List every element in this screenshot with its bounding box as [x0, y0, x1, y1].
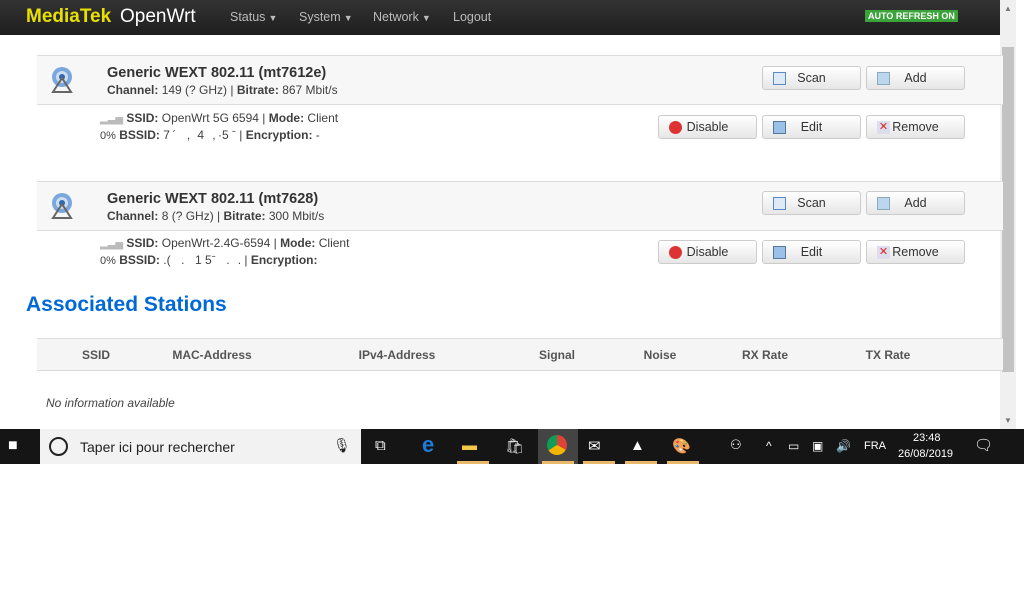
network-row-2-detail: 0% BSSID: .( . 1 5ˉ . . | Encryption: — [100, 253, 318, 267]
top-navbar: MediaTek OpenWrt Status ▼ System ▼ Network… — [0, 0, 1000, 35]
wireless-tower-icon — [51, 193, 73, 219]
signal-percent: 0% — [100, 255, 116, 267]
wifi-device-2: Generic WEXT 802.11 (mt7628) Channel: 8 … — [37, 181, 1003, 231]
file-explorer-icon[interactable]: ▬ — [462, 437, 477, 454]
paint-icon[interactable]: 🎨 — [672, 437, 691, 455]
scan-icon — [773, 72, 786, 85]
col-ipv4: IPv4-Address — [358, 348, 436, 362]
scan-button[interactable]: Scan — [762, 66, 861, 90]
menu-label: Status — [230, 10, 266, 24]
device-info: Channel: 8 (? GHz) | Bitrate: 300 Mbit/s — [107, 209, 325, 223]
col-noise: Noise — [643, 348, 677, 362]
chrome-icon[interactable] — [547, 435, 567, 455]
menu-network[interactable]: Network ▼ — [373, 10, 431, 24]
network-row-1-detail: 0% BSSID: 7 ´ , 4 , ·5 ˉ | Encryption: - — [100, 128, 320, 142]
add-icon — [877, 197, 890, 210]
signal-percent: 0% — [100, 130, 116, 142]
bssid: 7 ´ , 4 , ·5 ˉ — [163, 128, 236, 142]
remove-button[interactable]: ✕ Remove — [866, 115, 965, 139]
add-button[interactable]: Add — [866, 191, 965, 215]
task-view-icon[interactable]: ⧉ — [375, 437, 386, 454]
caret-down-icon: ▼ — [343, 13, 353, 23]
store-icon[interactable]: 🛍 — [505, 437, 524, 455]
wireless-tower-icon — [51, 67, 73, 93]
menu-system[interactable]: System ▼ — [299, 10, 353, 24]
search-placeholder: Taper ici pour rechercher — [80, 439, 235, 455]
remove-icon: ✕ — [877, 121, 890, 134]
wifi-device-1: Generic WEXT 802.11 (mt7612e) Channel: 1… — [37, 55, 1003, 105]
add-icon — [877, 72, 890, 85]
windows-start-icon[interactable]: ■ — [8, 437, 18, 455]
scrollbar-thumb[interactable] — [1002, 47, 1014, 372]
notifications-icon[interactable]: 🗨 — [974, 436, 993, 454]
scan-button[interactable]: Scan — [762, 191, 861, 215]
people-icon[interactable]: ⚇ — [730, 437, 742, 453]
bssid: .( . 1 5ˉ . . — [163, 253, 242, 267]
clock-time[interactable]: 23:48 — [913, 432, 941, 444]
show-hidden-icons[interactable]: ^ — [766, 439, 772, 453]
network-row-1: ▂▃▅ SSID: OpenWrt 5G 6594 | Mode: Client — [100, 111, 339, 125]
col-tx-rate: TX Rate — [865, 348, 911, 362]
menu-label: Network — [373, 10, 419, 24]
scroll-down-icon[interactable]: ▼ — [1004, 416, 1012, 425]
device-title: Generic WEXT 802.11 (mt7612e) — [107, 65, 327, 81]
menu-label: System — [299, 10, 341, 24]
caret-down-icon: ▼ — [421, 13, 431, 23]
volume-icon[interactable]: 🔊 — [836, 439, 851, 453]
mail-icon[interactable]: ✉ — [588, 437, 601, 455]
signal-bars-icon: ▂▃▅ — [100, 114, 124, 125]
col-ssid: SSID — [81, 348, 111, 362]
device-title: Generic WEXT 802.11 (mt7628) — [107, 191, 319, 207]
scroll-up-icon[interactable]: ▲ — [1004, 4, 1012, 13]
edge-icon[interactable]: e — [422, 432, 434, 458]
cortana-icon — [49, 437, 68, 456]
edit-icon — [773, 121, 786, 134]
brand-logo[interactable]: MediaTek — [26, 6, 111, 28]
network-icon[interactable]: ▣ — [812, 439, 823, 453]
auto-refresh-badge[interactable]: AUTO REFRESH ON — [865, 10, 958, 22]
photos-icon[interactable]: ▲ — [630, 437, 645, 454]
edit-button[interactable]: Edit — [762, 240, 861, 264]
col-rx-rate: RX Rate — [741, 348, 789, 362]
device-info: Channel: 149 (? GHz) | Bitrate: 867 Mbit… — [107, 83, 338, 97]
col-mac: MAC-Address — [172, 348, 252, 362]
signal-bars-icon: ▂▃▅ — [100, 239, 124, 250]
edit-icon — [773, 246, 786, 259]
windows-taskbar: ■ Taper ici pour rechercher 🎙 ⧉ e ▬ 🛍 ✉ … — [0, 429, 1024, 464]
language-indicator[interactable]: FRA — [864, 440, 886, 452]
menu-logout[interactable]: Logout — [453, 10, 491, 24]
taskbar-search[interactable]: Taper ici pour rechercher 🎙 — [40, 429, 361, 464]
battery-icon[interactable]: ▭ — [788, 439, 799, 453]
remove-icon: ✕ — [877, 246, 890, 259]
brand-product[interactable]: OpenWrt — [120, 6, 196, 28]
stations-table-header: SSID MAC-Address IPv4-Address Signal Noi… — [37, 338, 1003, 371]
disable-button[interactable]: Disable — [658, 115, 757, 139]
associated-stations-heading: Associated Stations — [26, 293, 227, 316]
clock-date[interactable]: 26/08/2019 — [898, 448, 953, 460]
disable-icon — [669, 246, 682, 259]
col-signal: Signal — [538, 348, 576, 362]
edit-button[interactable]: Edit — [762, 115, 861, 139]
remove-button[interactable]: ✕ Remove — [866, 240, 965, 264]
disable-icon — [669, 121, 682, 134]
caret-down-icon: ▼ — [268, 13, 278, 23]
empty-message: No information available — [46, 396, 175, 410]
network-row-2: ▂▃▅ SSID: OpenWrt-2.4G-6594 | Mode: Clie… — [100, 236, 350, 250]
disable-button[interactable]: Disable — [658, 240, 757, 264]
menu-status[interactable]: Status ▼ — [230, 10, 277, 24]
scan-icon — [773, 197, 786, 210]
add-button[interactable]: Add — [866, 66, 965, 90]
microphone-icon[interactable]: 🎙 — [333, 437, 351, 454]
